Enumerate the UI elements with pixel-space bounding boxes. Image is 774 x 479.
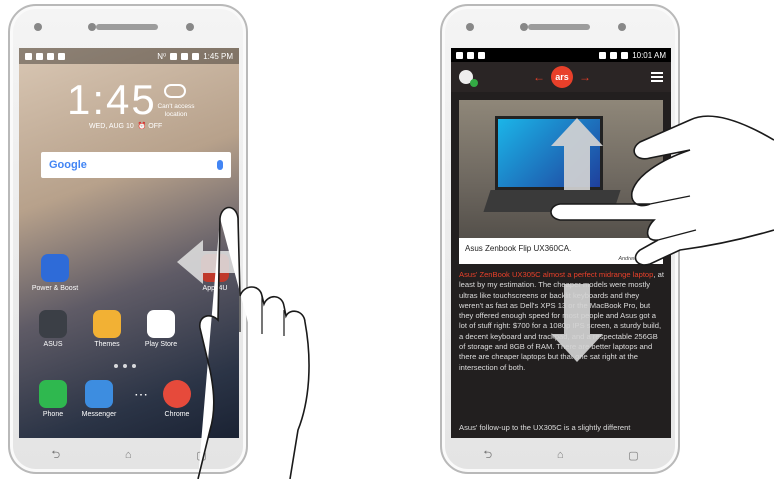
home-button[interactable]: ⌂ [557,449,564,461]
gallery-icon [456,51,463,59]
mic-icon[interactable] [217,160,223,170]
scroll-down-arrow-icon [551,334,603,362]
hand-scroll-illustration [550,115,774,266]
scroll-down-arrow-shaft [564,284,590,334]
weather-text: Can't access location [157,103,195,118]
app-drawer[interactable]: ⋯ [123,380,159,411]
sync-icon [36,52,43,60]
sensor-dot [34,23,42,31]
app-asus-folder[interactable]: ASUS [35,310,71,348]
page-indicator [114,364,136,368]
wifi-icon [181,52,189,60]
messenger-icon [85,380,113,408]
earpiece-speaker [96,24,158,30]
nfc-label: N⁰ [157,51,167,61]
earpiece-speaker [528,24,590,30]
app-drawer-icon: ⋯ [134,386,148,402]
status-time: 1:45 PM [203,51,233,61]
app-themes[interactable]: Themes [89,310,125,348]
hand-swipe-left-illustration [197,206,310,479]
app-messenger[interactable]: Messenger [77,380,121,418]
notification-badge [470,79,478,87]
bluetooth-icon [599,51,607,59]
app-label: Messenger [81,411,117,418]
back-button[interactable]: ⮌ [483,446,492,465]
google-search-widget[interactable]: Google [41,152,231,178]
lock-date: WED, AUG 10 ⏰ OFF [89,123,163,130]
app-label: Power & Boost [31,285,79,292]
settings-icon [478,51,485,59]
status-time: 10:01 AM [632,50,666,60]
home-button[interactable]: ⌂ [125,449,132,461]
site-header: ← ars → [451,62,671,92]
antenna-icon [58,52,65,60]
back-button[interactable]: ⮌ [51,446,60,465]
phone-icon [39,380,67,408]
next-arrow-icon[interactable]: → [579,70,591,84]
previous-arrow-icon[interactable]: ← [533,70,545,84]
status-bar: N⁰ 1:45 PM [19,48,239,64]
folder-icon [39,310,67,338]
shield-icon [25,52,32,60]
article-next-paragraph: Asus' follow-up to the UX305C is a sligh… [459,423,631,432]
article-link[interactable]: Asus' ZenBook UX305C [459,270,541,279]
vibrate-icon [170,52,178,60]
email-icon [467,51,474,59]
themes-icon [93,310,121,338]
account-icon[interactable] [459,70,478,87]
proximity-sensor [618,23,626,31]
google-logo: Google [49,159,87,171]
wifi-icon [610,51,618,59]
cloud-icon [164,84,186,98]
illustration: N⁰ 1:45 PM 1:45 WED, AUG 10 ⏰ OFF Can't … [0,0,774,479]
lock-clock: 1:45 [67,76,157,123]
front-camera [88,23,96,31]
app-label: ASUS [43,341,63,348]
alarm-status: OFF [148,123,163,130]
sensor-dot [466,23,474,31]
status-bar: 10:01 AM [451,48,671,62]
menu-icon[interactable] [651,72,663,82]
battery-icon [192,52,200,60]
app-phone[interactable]: Phone [35,380,71,418]
message-icon [47,52,54,60]
nav-bar: ⮌ ⌂ ▢ [451,442,671,468]
app-power-boost[interactable]: Power & Boost [29,254,81,292]
power-boost-icon [41,254,69,282]
recents-button[interactable]: ▢ [628,449,638,462]
app-label: Themes [94,341,120,348]
battery-icon [621,51,629,59]
date-text: WED, AUG 10 [89,123,134,130]
front-camera [520,23,528,31]
proximity-sensor [186,23,194,31]
ars-logo[interactable]: ars [551,66,573,88]
app-label: Phone [42,411,64,418]
